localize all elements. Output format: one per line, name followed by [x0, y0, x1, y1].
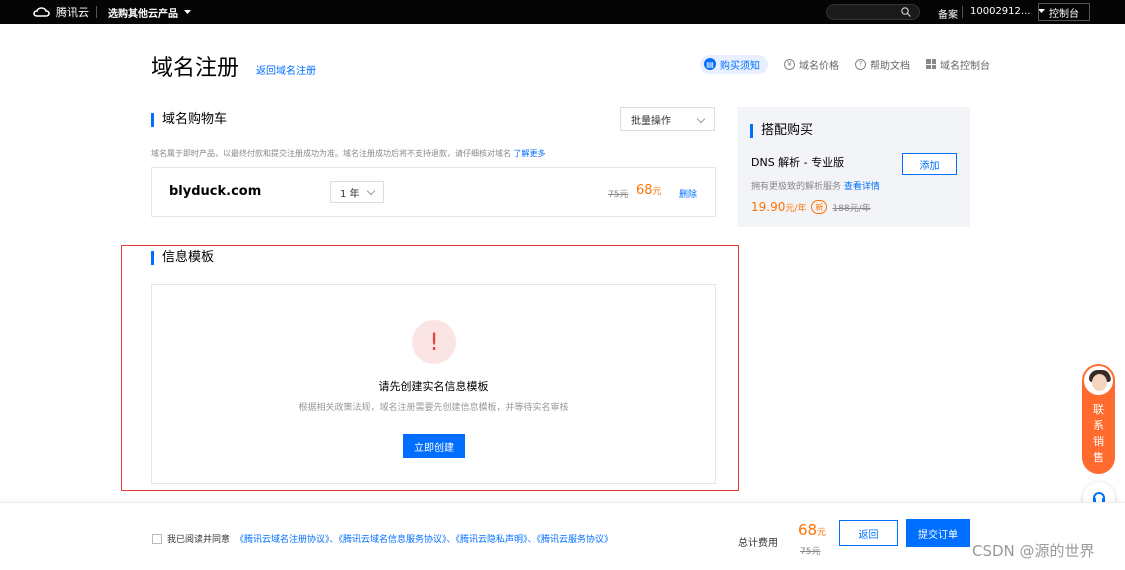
search-input[interactable] — [826, 4, 920, 20]
contact-sales-widget[interactable]: 联系销售 — [1082, 364, 1115, 474]
purchase-notice-tab[interactable]: ▤ 购买须知 — [700, 54, 768, 74]
bundle-section-title: 搭配购买 — [750, 124, 813, 138]
return-button[interactable]: 返回 — [839, 520, 898, 546]
template-section-title: 信息模板 — [151, 251, 214, 265]
page-title: 域名注册 — [151, 56, 240, 81]
warning-icon: ! — [412, 320, 456, 364]
price-icon: ¥ — [784, 58, 795, 70]
beian-link[interactable]: 备案 — [938, 6, 958, 21]
add-dns-button[interactable]: 添加 — [902, 153, 957, 175]
empty-state-title: 请先创建实名信息模板 — [378, 380, 489, 393]
domain-price-label: 域名价格 — [799, 60, 839, 72]
total-label: 总计费用 — [738, 538, 778, 549]
period-value: 1 年 — [340, 188, 360, 200]
domain-console-link[interactable]: 域名控制台 — [926, 57, 990, 72]
create-template-button[interactable]: 立即创建 — [403, 434, 465, 458]
dns-price-current: 19.90元/年 — [751, 200, 806, 214]
divider — [96, 6, 97, 18]
cart-item-row: blyduck.com 1 年 75元 68元 删除 — [151, 167, 716, 217]
document-icon: ▤ — [704, 58, 716, 70]
cloud-logo-icon — [33, 7, 50, 17]
current-price-unit: 元 — [652, 187, 662, 197]
current-price: 68元 — [636, 183, 662, 198]
bundle-purchase-panel: 搭配购买 DNS 解析 - 专业版 添加 拥有更极致的解析服务 查看详情 19.… — [737, 107, 970, 227]
submit-order-button[interactable]: 提交订单 — [906, 519, 970, 547]
watermark: CSDN @源的世界 — [972, 542, 1095, 560]
contact-sales-text: 联系销售 — [1093, 403, 1104, 464]
agreement-prefix: 我已阅读并同意 — [167, 535, 231, 545]
grid-icon — [926, 59, 936, 69]
logo-text: 腾讯云 — [56, 6, 89, 19]
order-footer-bar: 我已阅读并同意 《腾讯云域名注册协议》、《腾讯云域名信息服务协议》、《腾讯云隐私… — [0, 502, 1125, 570]
dns-desc-text: 拥有更极致的解析服务 — [751, 182, 842, 192]
period-select[interactable]: 1 年 — [330, 181, 384, 203]
batch-operation-label: 批量操作 — [631, 115, 671, 127]
domain-name: blyduck.com — [169, 184, 262, 199]
total-price: 68元 — [798, 521, 826, 539]
cart-section-title: 域名购物车 — [151, 113, 227, 127]
cart-note-text: 域名属于即时产品，以最终付款和提交注册成功为准。域名注册成功后将不支持退款，请仔… — [151, 149, 511, 158]
top-navigation-bar: 腾讯云 选购其他云产品 备案 10002912... 控制台 — [0, 0, 1125, 24]
chevron-down-icon — [696, 114, 706, 124]
divider — [962, 6, 963, 18]
dns-price-unit: 元/年 — [785, 204, 807, 214]
domain-price-link[interactable]: ¥ 域名价格 — [784, 57, 839, 72]
cart-note: 域名属于即时产品，以最终付款和提交注册成功为准。域名注册成功后将不支持退款，请仔… — [151, 148, 546, 159]
purchase-notice-label: 购买须知 — [720, 60, 760, 72]
dns-price-value: 19.90 — [751, 200, 786, 214]
total-original-price: 75元 — [800, 547, 821, 557]
agreement-row: 我已阅读并同意 《腾讯云域名注册协议》、《腾讯云域名信息服务协议》、《腾讯云隐私… — [152, 532, 613, 545]
delete-button[interactable]: 删除 — [679, 187, 697, 200]
account-id: 10002912... — [970, 6, 1031, 17]
dns-original-price: 188元/年 — [832, 203, 871, 214]
dns-product-title: DNS 解析 - 专业版 — [751, 156, 845, 169]
batch-operation-select[interactable]: 批量操作 — [620, 107, 715, 131]
sales-avatar — [1084, 366, 1113, 395]
view-details-link[interactable]: 查看详情 — [844, 182, 880, 192]
dns-description: 拥有更极致的解析服务 查看详情 — [751, 179, 880, 192]
back-to-domain-link[interactable]: 返回域名注册 — [256, 62, 316, 77]
top-help-nav: ▤ 购买须知 ¥ 域名价格 ? 帮助文档 域名控制台 — [700, 54, 990, 74]
console-button[interactable]: 控制台 — [1038, 3, 1090, 21]
dns-price: 19.90元/年 新 188元/年 — [751, 200, 871, 214]
tencent-cloud-logo[interactable]: 腾讯云 — [32, 4, 89, 20]
total-price-value: 68 — [798, 521, 818, 539]
caret-down-icon — [184, 10, 191, 14]
agreement-checkbox[interactable] — [152, 533, 162, 544]
other-products-menu[interactable]: 选购其他云产品 — [108, 5, 191, 20]
search-icon[interactable] — [901, 7, 911, 17]
learn-more-link[interactable]: 了解更多 — [514, 149, 546, 158]
current-price-value: 68 — [636, 183, 653, 198]
total-price-unit: 元 — [817, 528, 827, 538]
avatar-face — [1092, 374, 1107, 391]
empty-state-description: 根据相关政策法规，域名注册需要先创建信息模板，并等待实名审核 — [298, 403, 569, 413]
help-docs-link[interactable]: ? 帮助文档 — [855, 57, 910, 72]
other-products-label: 选购其他云产品 — [108, 9, 178, 20]
new-badge: 新 — [811, 200, 828, 214]
contact-sales-label: 联系销售 — [1082, 402, 1115, 466]
domain-console-label: 域名控制台 — [940, 60, 990, 72]
help-icon: ? — [855, 58, 866, 70]
help-docs-label: 帮助文档 — [870, 60, 910, 72]
account-menu[interactable]: 10002912... — [970, 6, 1046, 17]
original-price: 75元 — [608, 190, 629, 200]
template-empty-state: ! 请先创建实名信息模板 根据相关政策法规，域名注册需要先创建信息模板，并等待实… — [151, 284, 716, 484]
agreement-links[interactable]: 《腾讯云域名注册协议》、《腾讯云域名信息服务协议》、《腾讯云隐私声明》、《腾讯云… — [235, 532, 613, 545]
chevron-down-icon — [366, 186, 376, 196]
